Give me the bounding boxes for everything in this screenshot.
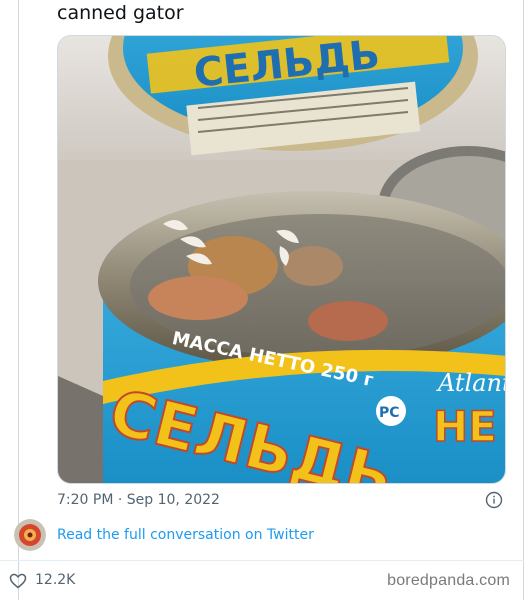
heart-icon bbox=[9, 573, 27, 589]
tweet-text: canned gator bbox=[57, 2, 184, 24]
tweet-card: canned gator СЕЛЬДЬ МАССА НЕТТО 250 г СЕ… bbox=[0, 0, 524, 600]
info-circle-icon[interactable] bbox=[485, 491, 503, 509]
tweet-photo[interactable]: СЕЛЬДЬ МАССА НЕТТО 250 г СЕЛЬДЬ РС Atlan… bbox=[57, 35, 506, 484]
tweet-timestamp[interactable]: 7:20 PM · Sep 10, 2022 bbox=[57, 492, 220, 508]
footer-bar: 12.2K boredpanda.com bbox=[0, 561, 524, 600]
conversation-row: Read the full conversation on Twitter bbox=[14, 519, 504, 553]
thread-left-border bbox=[18, 0, 19, 600]
rst-mark-text: РС bbox=[379, 405, 400, 421]
boredpanda-watermark: boredpanda.com bbox=[387, 572, 510, 589]
tweet-meta-row: 7:20 PM · Sep 10, 2022 bbox=[57, 491, 506, 511]
avatar[interactable] bbox=[14, 519, 46, 551]
read-conversation-link[interactable]: Read the full conversation on Twitter bbox=[57, 527, 314, 543]
like-count: 12.2K bbox=[35, 572, 76, 588]
brand-right-text: Atlant bbox=[436, 369, 506, 397]
brand-right-2-text: НЕ bbox=[433, 402, 497, 451]
